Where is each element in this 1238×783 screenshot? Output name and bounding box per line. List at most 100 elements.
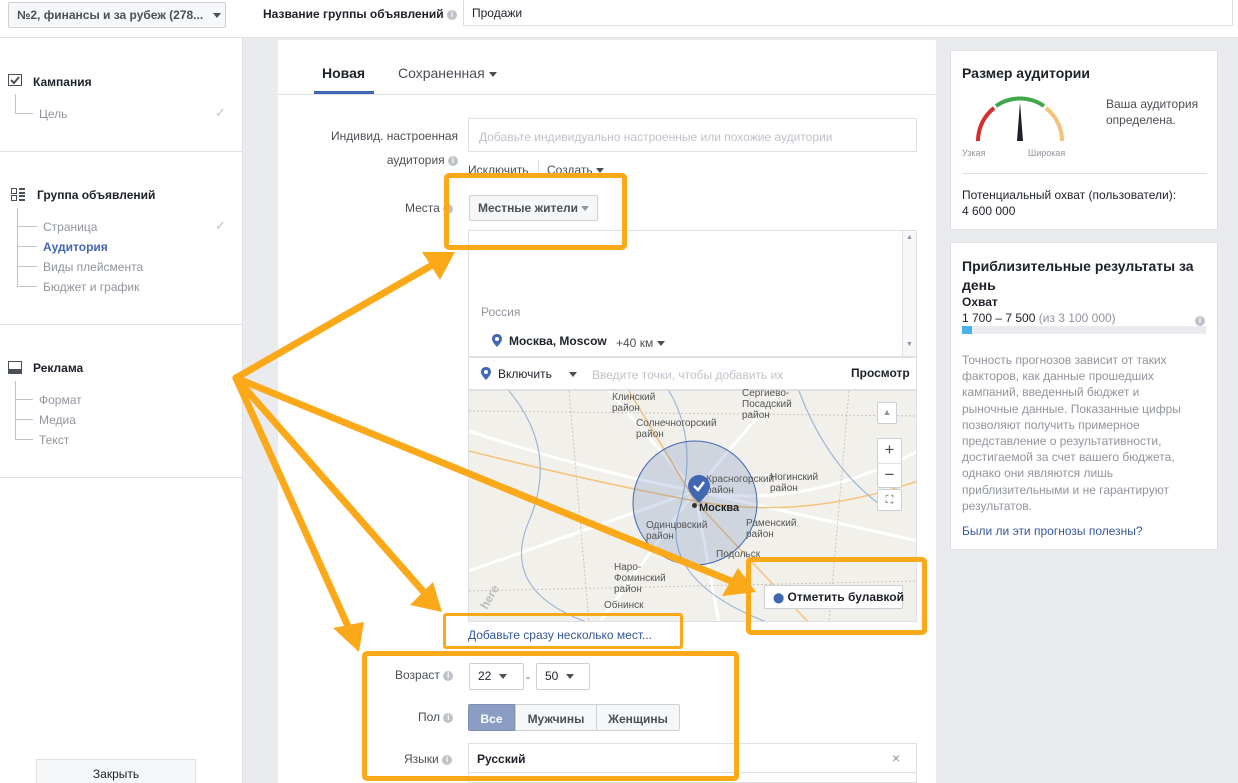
- chevron-down-icon: [212, 13, 221, 19]
- location-pin-icon: ⬤: [773, 593, 785, 604]
- sidebar-item-audience[interactable]: Аудитория: [43, 240, 108, 254]
- tree-line: [15, 381, 16, 439]
- potential-reach-label: Потенциальный охват (пользователи):: [962, 188, 1177, 202]
- tree-line: [15, 419, 33, 420]
- sidebar: [0, 38, 243, 783]
- potential-reach-value: 4 600 000: [962, 204, 1016, 218]
- gauge-narrow-label: Узкая: [962, 148, 986, 158]
- sidebar-item-text[interactable]: Текст: [39, 433, 69, 447]
- zoom-in-button[interactable]: +: [877, 438, 902, 463]
- fullscreen-icon[interactable]: ⛶: [877, 489, 902, 511]
- map-label: Красногорский район: [706, 474, 775, 496]
- sidebar-item-budget[interactable]: Бюджет и график: [43, 280, 139, 294]
- map-label: Ногинский район: [770, 472, 819, 494]
- chevron-down-icon: [569, 372, 578, 378]
- chevron-down-icon: [656, 341, 665, 347]
- language-token-row: [468, 743, 917, 773]
- sidebar-item-page[interactable]: Страница: [43, 220, 97, 234]
- exclude-link[interactable]: Исключить: [468, 163, 528, 177]
- info-icon[interactable]: i: [1195, 313, 1205, 327]
- places-label: Места i: [405, 201, 454, 215]
- location-search-input[interactable]: Введите точки, чтобы добавить их: [592, 368, 783, 382]
- audience-size-title: Размер аудитории: [962, 65, 1091, 81]
- include-dropdown[interactable]: Включить: [498, 367, 578, 381]
- map-label: Подольск: [716, 549, 761, 560]
- chevron-down-icon: [498, 674, 507, 680]
- tab-saved[interactable]: Сохраненная: [398, 65, 497, 81]
- info-icon: i: [448, 155, 458, 166]
- tab-new[interactable]: Новая: [322, 65, 365, 81]
- sidebar-section-adset[interactable]: Группа объявлений: [37, 188, 155, 202]
- sidebar-item-placements[interactable]: Виды плейсмента: [43, 260, 143, 274]
- custom-audience-label: Индивид. настроенная аудитория i: [331, 129, 458, 167]
- map-collapse-button[interactable]: ▲: [877, 402, 897, 424]
- ad-icon: [8, 361, 22, 377]
- tab-active-indicator: [314, 91, 374, 94]
- tree-line: [15, 399, 33, 400]
- sidebar-item-media[interactable]: Медиа: [39, 413, 76, 427]
- gender-all-button[interactable]: Все: [468, 704, 515, 731]
- tree-line: [15, 94, 16, 113]
- gender-male-button[interactable]: Мужчины: [515, 704, 597, 731]
- info-icon: i: [443, 203, 454, 214]
- tree-line: [17, 286, 37, 287]
- age-label: Возраст i: [395, 668, 454, 682]
- age-dash: -: [526, 670, 530, 684]
- tabs-divider: [278, 94, 936, 95]
- radius-dropdown[interactable]: +40 км: [616, 336, 665, 350]
- languages-label: Языки i: [404, 752, 453, 766]
- create-link[interactable]: Создать: [547, 163, 604, 177]
- divider: [0, 477, 243, 478]
- reach-title: Охват: [962, 295, 998, 309]
- chevron-down-icon: [595, 168, 604, 174]
- location-pin-icon: [481, 367, 491, 383]
- audience-gauge: [970, 94, 1070, 147]
- campaign-select[interactable]: №2, финансы и за рубеж (278...: [8, 2, 226, 28]
- info-icon: i: [443, 670, 454, 681]
- age-from-select[interactable]: 22: [469, 663, 524, 690]
- sidebar-section-campaign[interactable]: Кампания: [33, 75, 92, 89]
- map-label: Клинский район: [612, 392, 656, 414]
- forecast-description: Точность прогнозов зависит от таких факт…: [962, 353, 1181, 513]
- gender-female-button[interactable]: Женщины: [597, 704, 680, 731]
- tree-line: [17, 266, 37, 267]
- sidebar-section-ad[interactable]: Реклама: [33, 361, 83, 375]
- browse-button[interactable]: Просмотр: [851, 366, 910, 380]
- location-item[interactable]: Москва, Moscow: [509, 334, 607, 348]
- chevron-down-icon: [565, 674, 574, 680]
- forecast-feedback-link[interactable]: Были ли эти прогнозы полезны?: [962, 524, 1143, 538]
- adset-name-input[interactable]: Продажи: [463, 0, 1233, 26]
- divider: [962, 173, 1207, 174]
- scrollbar[interactable]: ▲ ▼: [902, 231, 916, 356]
- check-icon: ✓: [215, 105, 226, 120]
- sidebar-item-format[interactable]: Формат: [39, 393, 82, 407]
- drop-pin-button[interactable]: ⬤ Отметить булавкой: [764, 585, 904, 609]
- map-label-city: Москва: [699, 502, 740, 514]
- tree-line: [15, 113, 33, 114]
- country-label: Россия: [481, 305, 521, 319]
- reach-range: 1 700 – 7 500 (из 3 100 000): [962, 311, 1116, 325]
- map-label: Солнечногорский район: [636, 418, 717, 440]
- zoom-out-button[interactable]: −: [877, 463, 902, 488]
- map-label: Раменский район: [746, 518, 797, 540]
- tree-line: [17, 208, 18, 286]
- sidebar-item-goal[interactable]: Цель: [39, 107, 67, 121]
- close-icon[interactable]: ×: [892, 750, 900, 766]
- age-to-select[interactable]: 50: [536, 663, 590, 690]
- info-icon: i: [442, 754, 453, 765]
- map-label: Сергиево-Посадский район: [742, 388, 792, 421]
- places-type-dropdown[interactable]: Местные жители: [469, 195, 599, 221]
- gender-label: Пол i: [418, 710, 454, 724]
- add-multiple-locations-link[interactable]: Добавьте сразу несколько мест...: [468, 628, 652, 642]
- custom-audience-input[interactable]: Добавьте индивидуально настроенные или п…: [468, 118, 917, 152]
- divider: [0, 324, 243, 325]
- map-label: Наро-Фоминский район: [614, 562, 666, 595]
- tree-line: [17, 246, 37, 247]
- divider: [0, 151, 243, 152]
- map-label: Обнинск: [604, 600, 644, 611]
- checkbox-icon: [8, 74, 22, 86]
- chevron-down-icon: [581, 206, 590, 212]
- reach-bar: [962, 326, 1206, 334]
- close-button[interactable]: Закрыть: [36, 759, 196, 783]
- grid-icon: [11, 188, 25, 204]
